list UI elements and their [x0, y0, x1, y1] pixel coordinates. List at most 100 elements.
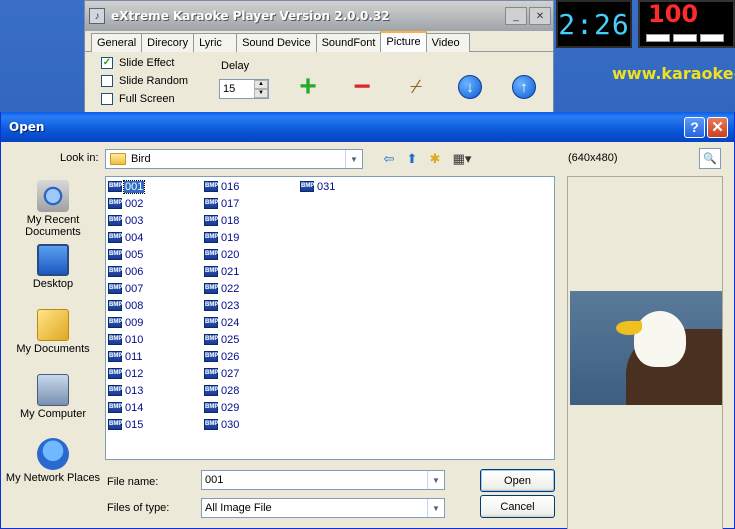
place-my-recent-documents[interactable]: My Recent Documents	[5, 180, 101, 238]
file-item[interactable]: BMP 008	[108, 298, 144, 313]
file-item[interactable]: BMP 021	[204, 264, 240, 279]
open-dialog: Open ? ✕ Look in: Bird ▼ ⇦ ⬆ ✱ ▦▾ (640x4…	[0, 112, 735, 529]
file-item[interactable]: BMP 022	[204, 281, 240, 296]
place-desktop[interactable]: Desktop	[5, 244, 101, 290]
file-name: 016	[221, 180, 240, 193]
file-list[interactable]: BMP 001 BMP 002 BMP 003 BMP 004 BMP 005 BMP 006 BMP 0…	[105, 176, 555, 460]
delay-spinner[interactable]: 15 ▲ ▼	[219, 79, 269, 99]
file-name-input[interactable]: 001 ▼	[201, 470, 445, 490]
tab-lyric[interactable]: Lyric	[193, 33, 238, 52]
file-item[interactable]: BMP 007	[108, 281, 144, 296]
move-down-button[interactable]: ↓	[457, 74, 483, 100]
remove-picture-button[interactable]: −	[349, 70, 375, 103]
slide-random-checkbox[interactable]: Slide Random	[101, 75, 188, 87]
view-menu-button[interactable]: ▦▾	[449, 150, 475, 168]
file-item[interactable]: BMP 015	[108, 417, 144, 432]
preview-size-label: (640x480)	[568, 152, 618, 164]
file-item[interactable]: BMP 025	[204, 332, 240, 347]
up-folder-button[interactable]: ⬆	[402, 150, 422, 168]
file-item[interactable]: BMP 023	[204, 298, 240, 313]
file-item[interactable]: BMP 003	[108, 213, 144, 228]
file-name: 018	[221, 214, 240, 227]
folder-icon	[110, 153, 126, 165]
score-value: 100	[648, 0, 699, 28]
open-button[interactable]: Open	[480, 469, 555, 492]
file-item[interactable]: BMP 019	[204, 230, 240, 245]
bmp-file-icon: BMP	[108, 317, 122, 328]
file-item[interactable]: BMP 024	[204, 315, 240, 330]
tab-sound-device[interactable]: Sound Device	[236, 33, 317, 52]
bmp-file-icon: BMP	[108, 266, 122, 277]
tab-soundfont[interactable]: SoundFont	[315, 33, 382, 52]
arrow-down-icon: ↓	[458, 75, 482, 99]
file-item[interactable]: BMP 020	[204, 247, 240, 262]
dialog-title: Open	[9, 120, 45, 134]
file-name: 025	[221, 333, 240, 346]
spin-up-icon[interactable]: ▲	[254, 80, 268, 89]
chevron-down-icon[interactable]: ▼	[345, 150, 362, 168]
place-my-computer[interactable]: My Computer	[5, 374, 101, 420]
file-item[interactable]: BMP 028	[204, 383, 240, 398]
file-name: 022	[221, 282, 240, 295]
delay-value: 15	[223, 83, 236, 95]
file-item[interactable]: BMP 006	[108, 264, 144, 279]
file-item[interactable]: BMP 026	[204, 349, 240, 364]
file-item[interactable]: BMP 016	[204, 179, 240, 194]
file-item[interactable]: BMP 005	[108, 247, 144, 262]
full-screen-checkbox[interactable]: Full Screen	[101, 93, 175, 105]
clear-list-button[interactable]: ⌿	[403, 74, 429, 100]
bmp-file-icon: BMP	[108, 334, 122, 345]
file-item[interactable]: BMP 027	[204, 366, 240, 381]
file-item[interactable]: BMP 030	[204, 417, 240, 432]
bmp-file-icon: BMP	[108, 419, 122, 430]
file-name: 017	[221, 197, 240, 210]
look-in-dropdown[interactable]: Bird ▼	[105, 149, 363, 169]
file-item[interactable]: BMP 012	[108, 366, 144, 381]
file-item[interactable]: BMP 018	[204, 213, 240, 228]
file-name: 003	[125, 214, 144, 227]
minimize-button[interactable]: _	[505, 7, 527, 25]
move-up-button[interactable]: ↑	[511, 74, 537, 100]
close-button[interactable]: ✕	[529, 7, 551, 25]
slide-effect-label: Slide Effect	[119, 57, 175, 69]
place-my-network-places[interactable]: My Network Places	[5, 438, 101, 484]
file-item[interactable]: BMP 002	[108, 196, 144, 211]
file-item[interactable]: BMP 010	[108, 332, 144, 347]
file-item[interactable]: BMP 029	[204, 400, 240, 415]
bmp-file-icon: BMP	[204, 181, 218, 192]
tab-general[interactable]: General	[91, 33, 143, 52]
file-name-value: 001	[205, 474, 224, 486]
preview-toggle-button[interactable]: 🔍	[699, 148, 721, 169]
file-item[interactable]: BMP 013	[108, 383, 144, 398]
file-item[interactable]: BMP 009	[108, 315, 144, 330]
files-of-type-dropdown[interactable]: All Image File ▼	[201, 498, 445, 518]
tab-directory[interactable]: Direcory	[141, 33, 195, 52]
file-item[interactable]: BMP 017	[204, 196, 240, 211]
file-name: 013	[125, 384, 144, 397]
file-item[interactable]: BMP 014	[108, 400, 144, 415]
bmp-file-icon: BMP	[108, 351, 122, 362]
chevron-down-icon[interactable]: ▼	[427, 471, 444, 489]
cancel-button[interactable]: Cancel	[480, 495, 555, 518]
file-name: 006	[125, 265, 144, 278]
magnifier-icon: 🔍	[703, 153, 717, 165]
help-button[interactable]: ?	[684, 116, 705, 138]
file-item[interactable]: BMP 004	[108, 230, 144, 245]
slide-effect-checkbox[interactable]: ✓ Slide Effect	[101, 57, 174, 69]
dialog-close-button[interactable]: ✕	[707, 116, 728, 138]
file-name: 027	[221, 367, 240, 380]
place-my-documents[interactable]: My Documents	[5, 309, 101, 355]
score-panel: 100	[638, 0, 735, 48]
tab-picture[interactable]: Picture	[380, 31, 427, 52]
bmp-file-icon: BMP	[108, 283, 122, 294]
chevron-down-icon[interactable]: ▼	[427, 499, 444, 517]
spin-down-icon[interactable]: ▼	[254, 89, 268, 98]
tab-video[interactable]: Video	[425, 33, 470, 52]
minus-icon: −	[353, 70, 371, 103]
file-item[interactable]: BMP 001	[108, 179, 146, 194]
new-folder-button[interactable]: ✱	[425, 150, 445, 168]
file-item[interactable]: BMP 031	[300, 179, 336, 194]
file-item[interactable]: BMP 011	[108, 349, 144, 364]
back-button[interactable]: ⇦	[379, 150, 399, 168]
add-picture-button[interactable]: +	[295, 72, 321, 102]
